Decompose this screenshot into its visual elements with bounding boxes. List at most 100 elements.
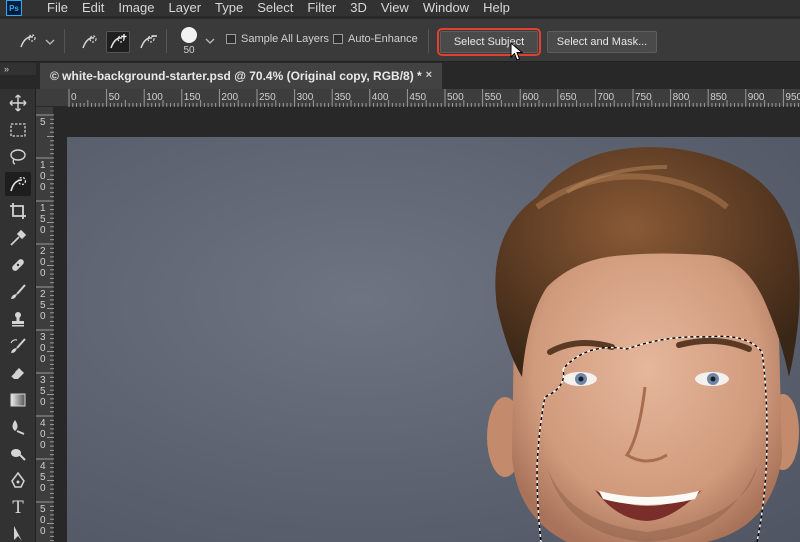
pen-icon bbox=[11, 472, 25, 488]
brush-tool[interactable] bbox=[5, 280, 31, 304]
document-tab-title: © white-background-starter.psd @ 70.4% (… bbox=[50, 69, 422, 83]
eraser-icon bbox=[10, 368, 24, 379]
options-bar: 50 Sample All Layers Auto-Enhance Select… bbox=[0, 18, 800, 62]
menu-bar: Ps File Edit Image Layer Type Select Fil… bbox=[0, 0, 800, 16]
gradient-tool[interactable] bbox=[5, 388, 31, 412]
add-to-selection-button[interactable] bbox=[106, 31, 130, 53]
ruler-label: 2 5 0 bbox=[40, 289, 46, 322]
chevron-down-icon bbox=[205, 38, 215, 44]
ruler-label: 4 0 0 bbox=[40, 418, 46, 451]
type-tool[interactable]: T bbox=[5, 496, 31, 520]
menu-help[interactable]: Help bbox=[476, 0, 517, 16]
collapse-panel-button[interactable]: » bbox=[0, 63, 36, 75]
ruler-label: 500 bbox=[447, 92, 464, 103]
history-brush-tool[interactable] bbox=[5, 334, 31, 358]
blur-tool[interactable] bbox=[5, 415, 31, 439]
menu-window[interactable]: Window bbox=[416, 0, 476, 16]
ruler-label: 150 bbox=[183, 92, 201, 103]
subtract-from-selection-button[interactable] bbox=[136, 31, 160, 53]
ruler-label: 350 bbox=[334, 92, 351, 103]
ruler-label: 700 bbox=[597, 92, 615, 103]
tool-preset-picker[interactable] bbox=[14, 31, 58, 53]
menu-layer[interactable]: Layer bbox=[162, 0, 209, 16]
ruler-label: 400 bbox=[371, 92, 389, 103]
menu-image[interactable]: Image bbox=[111, 0, 161, 16]
move-icon bbox=[9, 94, 27, 112]
crop-tool[interactable] bbox=[5, 199, 31, 223]
tools-panel: T bbox=[0, 89, 36, 542]
ruler-label: 100 bbox=[146, 92, 163, 103]
pen-tool[interactable] bbox=[5, 469, 31, 493]
eyedropper-icon bbox=[10, 229, 27, 246]
quick-selection-tool[interactable] bbox=[5, 172, 31, 196]
menu-type[interactable]: Type bbox=[208, 0, 250, 16]
blur-icon bbox=[12, 420, 25, 435]
portrait-photo bbox=[487, 147, 800, 542]
ruler-label: 50 bbox=[108, 92, 120, 103]
sample-all-layers-checkbox[interactable]: Sample All Layers bbox=[226, 33, 329, 45]
photoshop-logo: Ps bbox=[6, 0, 22, 16]
ruler-label: 1 0 0 bbox=[40, 160, 46, 193]
menu-3d[interactable]: 3D bbox=[343, 0, 374, 16]
eyedropper-tool[interactable] bbox=[5, 226, 31, 250]
clone-stamp-icon bbox=[12, 312, 24, 327]
ruler-label: 5 bbox=[40, 117, 46, 128]
ruler-label: 800 bbox=[672, 92, 690, 103]
ruler-label: 2 0 0 bbox=[40, 246, 46, 279]
quick-selection-add-icon bbox=[110, 34, 127, 49]
ruler-label: 200 bbox=[221, 92, 239, 103]
ruler-label: 850 bbox=[710, 92, 727, 103]
select-and-mask-button[interactable]: Select and Mask... bbox=[547, 31, 657, 53]
document-image[interactable] bbox=[67, 137, 800, 542]
auto-enhance-checkbox[interactable]: Auto-Enhance bbox=[333, 33, 418, 45]
marquee-tool[interactable] bbox=[5, 118, 31, 142]
ruler-label: 950 bbox=[785, 92, 800, 103]
brush-size-picker[interactable]: 50 bbox=[174, 25, 204, 57]
type-icon: T bbox=[12, 498, 24, 518]
ruler-label: 750 bbox=[635, 92, 652, 103]
ruler-label: 650 bbox=[559, 92, 577, 103]
history-brush-icon bbox=[10, 338, 26, 353]
quick-selection-icon bbox=[10, 176, 27, 192]
document-tab-bar: » © white-background-starter.psd @ 70.4%… bbox=[0, 63, 800, 89]
path-selection-tool[interactable] bbox=[5, 521, 31, 542]
vertical-ruler: 5 1 0 0 1 5 0 2 0 0 2 5 0 3 0 0 3 5 0 4 0 0 4 5 … bbox=[36, 107, 54, 542]
menu-file[interactable]: File bbox=[40, 0, 75, 16]
eraser-tool[interactable] bbox=[5, 361, 31, 385]
clone-stamp-tool[interactable] bbox=[5, 307, 31, 331]
gradient-icon bbox=[10, 393, 26, 407]
close-tab-button[interactable]: × bbox=[426, 69, 432, 81]
ruler-label: 5 0 0 bbox=[40, 504, 46, 537]
quick-selection-icon bbox=[20, 34, 55, 48]
ruler-label: 300 bbox=[296, 92, 314, 103]
quick-selection-subtract-icon bbox=[140, 35, 157, 49]
menu-filter[interactable]: Filter bbox=[300, 0, 343, 16]
sample-all-layers-label: Sample All Layers bbox=[241, 33, 330, 45]
ruler-label: 4 5 0 bbox=[40, 461, 46, 494]
ruler-label: 0 bbox=[71, 92, 77, 103]
new-selection-button[interactable] bbox=[78, 31, 102, 53]
ruler-label: 1 5 0 bbox=[40, 203, 46, 236]
menu-edit[interactable]: Edit bbox=[75, 0, 111, 16]
auto-enhance-label: Auto-Enhance bbox=[348, 33, 418, 45]
ruler-label: 900 bbox=[747, 92, 765, 103]
crop-icon bbox=[10, 203, 26, 219]
ruler-label: 250 bbox=[259, 92, 276, 103]
dodge-icon bbox=[11, 449, 26, 461]
checkbox-box[interactable] bbox=[226, 34, 236, 44]
document-tab[interactable]: © white-background-starter.psd @ 70.4% (… bbox=[40, 63, 442, 89]
brush-size-dropdown[interactable] bbox=[204, 33, 216, 49]
ruler-label: 600 bbox=[522, 92, 539, 103]
menu-select[interactable]: Select bbox=[250, 0, 300, 16]
dodge-tool[interactable] bbox=[5, 442, 31, 466]
horizontal-ruler: 0 50 100 150 200 250 300 350 400 450 500 550 600 650 7… bbox=[36, 89, 800, 107]
ruler-label: 3 5 0 bbox=[40, 375, 46, 408]
lasso-tool[interactable] bbox=[5, 145, 31, 169]
checkbox-box[interactable] bbox=[333, 34, 343, 44]
menu-view[interactable]: View bbox=[374, 0, 416, 16]
quick-selection-new-icon bbox=[82, 35, 97, 49]
ruler-label: 3 0 0 bbox=[40, 332, 46, 365]
healing-brush-tool[interactable] bbox=[5, 253, 31, 277]
canvas-area[interactable] bbox=[54, 107, 800, 542]
move-tool[interactable] bbox=[5, 91, 31, 115]
